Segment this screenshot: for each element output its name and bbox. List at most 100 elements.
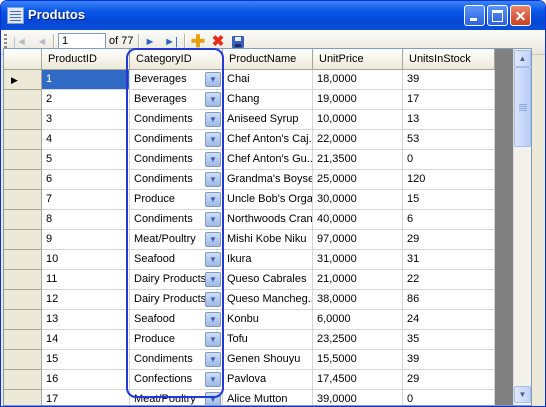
units-in-stock-cell[interactable]: 31	[403, 250, 495, 270]
unit-price-cell[interactable]: 97,0000	[313, 230, 403, 250]
minimize-button[interactable]	[464, 5, 485, 26]
product-id-cell[interactable]: 8	[42, 210, 130, 230]
product-id-cell[interactable]: 7	[42, 190, 130, 210]
category-cell[interactable]: Dairy Products ▼	[130, 290, 223, 310]
dropdown-arrow-icon[interactable]: ▼	[205, 352, 221, 367]
category-cell[interactable]: Condiments ▼	[130, 130, 223, 150]
unit-price-cell[interactable]: 10,0000	[313, 110, 403, 130]
row-header[interactable]	[4, 330, 42, 350]
product-id-cell[interactable]: 9	[42, 230, 130, 250]
category-cell[interactable]: Condiments ▼	[130, 110, 223, 130]
category-cell[interactable]: Condiments ▼	[130, 150, 223, 170]
dropdown-arrow-icon[interactable]: ▼	[205, 372, 221, 387]
row-header[interactable]	[4, 110, 42, 130]
unit-price-cell[interactable]: 15,5000	[313, 350, 403, 370]
unit-price-cell[interactable]: 17,4500	[313, 370, 403, 390]
units-in-stock-cell[interactable]: 13	[403, 110, 495, 130]
table-row[interactable]: 15 Condiments ▼ Genen Shouyu 15,5000 39	[4, 350, 495, 370]
dropdown-arrow-icon[interactable]: ▼	[205, 312, 221, 327]
unit-price-cell[interactable]: 22,0000	[313, 130, 403, 150]
product-id-cell[interactable]: 2	[42, 90, 130, 110]
product-id-cell[interactable]: 1	[42, 70, 130, 90]
row-header[interactable]	[4, 270, 42, 290]
dropdown-arrow-icon[interactable]: ▼	[205, 72, 221, 87]
row-header[interactable]	[4, 230, 42, 250]
dropdown-arrow-icon[interactable]: ▼	[205, 272, 221, 287]
unit-price-cell[interactable]: 18,0000	[313, 70, 403, 90]
table-row[interactable]: 9 Meat/Poultry ▼ Mishi Kobe Niku 97,0000 29	[4, 230, 495, 250]
unit-price-cell[interactable]: 6,0000	[313, 310, 403, 330]
units-in-stock-cell[interactable]: 53	[403, 130, 495, 150]
units-in-stock-cell[interactable]: 17	[403, 90, 495, 110]
table-row[interactable]: 8 Condiments ▼ Northwoods Cran... 40,0000 6	[4, 210, 495, 230]
category-cell[interactable]: Seafood ▼	[130, 310, 223, 330]
unit-price-cell[interactable]: 21,0000	[313, 270, 403, 290]
unit-price-cell[interactable]: 39,0000	[313, 390, 403, 405]
position-input[interactable]	[58, 33, 106, 49]
product-name-cell[interactable]: Ikura	[223, 250, 313, 270]
product-id-cell[interactable]: 14	[42, 330, 130, 350]
product-id-cell[interactable]: 11	[42, 270, 130, 290]
category-cell[interactable]: Confections ▼	[130, 370, 223, 390]
column-header-categoryid[interactable]: CategoryID	[130, 49, 223, 70]
product-name-cell[interactable]: Chai	[223, 70, 313, 90]
unit-price-cell[interactable]: 25,0000	[313, 170, 403, 190]
row-header[interactable]	[4, 130, 42, 150]
table-row[interactable]: 6 Condiments ▼Grandma's Boyse...25,0000120	[4, 170, 495, 190]
product-id-cell[interactable]: 4	[42, 130, 130, 150]
table-row[interactable]: 13 Seafood ▼ Konbu 6,0000 24	[4, 310, 495, 330]
vertical-scrollbar[interactable]: ▲ ▼	[513, 49, 531, 405]
product-name-cell[interactable]: Chef Anton's Gu...	[223, 150, 313, 170]
category-cell[interactable]: Produce ▼	[130, 190, 223, 210]
dropdown-arrow-icon[interactable]: ▼	[205, 392, 221, 405]
table-row[interactable]: 3 Condiments ▼ Aniseed Syrup 10,0000 13	[4, 110, 495, 130]
row-header[interactable]	[4, 350, 42, 370]
product-name-cell[interactable]: Chang	[223, 90, 313, 110]
units-in-stock-cell[interactable]: 29	[403, 230, 495, 250]
row-header[interactable]	[4, 90, 42, 110]
title-bar[interactable]: Produtos	[1, 1, 545, 30]
units-in-stock-cell[interactable]: 29	[403, 370, 495, 390]
row-header[interactable]	[4, 190, 42, 210]
dropdown-arrow-icon[interactable]: ▼	[205, 132, 221, 147]
table-row[interactable]: 11 Dairy Products ▼ Queso Cabrales 21,0000 22	[4, 270, 495, 290]
table-row[interactable]: 14 Produce ▼ Tofu 23,2500 35	[4, 330, 495, 350]
table-row[interactable]: ▶ 1 Beverages ▼ Chai 18,0000 39	[4, 70, 495, 90]
scroll-down-icon[interactable]: ▼	[514, 386, 531, 403]
table-row[interactable]: 7 Produce ▼ Uncle Bob's Orga... 30,0000 15	[4, 190, 495, 210]
units-in-stock-cell[interactable]: 15	[403, 190, 495, 210]
product-id-cell[interactable]: 17	[42, 390, 130, 405]
units-in-stock-cell[interactable]: 86	[403, 290, 495, 310]
product-name-cell[interactable]: Konbu	[223, 310, 313, 330]
dropdown-arrow-icon[interactable]: ▼	[205, 92, 221, 107]
close-button[interactable]	[510, 5, 531, 26]
grid-corner-header[interactable]	[4, 49, 42, 70]
product-name-cell[interactable]: Alice Mutton	[223, 390, 313, 405]
product-id-cell[interactable]: 10	[42, 250, 130, 270]
category-cell[interactable]: Condiments ▼	[130, 210, 223, 230]
units-in-stock-cell[interactable]: 0	[403, 150, 495, 170]
table-row[interactable]: 16 Confections ▼ Pavlova 17,4500 29	[4, 370, 495, 390]
product-name-cell[interactable]: Mishi Kobe Niku	[223, 230, 313, 250]
product-name-cell[interactable]: Tofu	[223, 330, 313, 350]
units-in-stock-cell[interactable]: 0	[403, 390, 495, 405]
row-header[interactable]	[4, 250, 42, 270]
products-grid[interactable]: ProductID CategoryID ProductName UnitPrice U…	[3, 48, 532, 406]
product-id-cell[interactable]: 6	[42, 170, 130, 190]
category-cell[interactable]: Meat/Poultry ▼	[130, 390, 223, 405]
column-header-unitsinstock[interactable]: UnitsInStock	[403, 49, 495, 70]
row-header[interactable]	[4, 210, 42, 230]
unit-price-cell[interactable]: 19,0000	[313, 90, 403, 110]
product-name-cell[interactable]: Aniseed Syrup	[223, 110, 313, 130]
product-id-cell[interactable]: 12	[42, 290, 130, 310]
maximize-button[interactable]	[487, 5, 508, 26]
units-in-stock-cell[interactable]: 39	[403, 350, 495, 370]
category-cell[interactable]: Beverages ▼	[130, 90, 223, 110]
category-cell[interactable]: Produce ▼	[130, 330, 223, 350]
row-header[interactable]	[4, 390, 42, 405]
product-name-cell[interactable]: Uncle Bob's Orga...	[223, 190, 313, 210]
dropdown-arrow-icon[interactable]: ▼	[205, 332, 221, 347]
dropdown-arrow-icon[interactable]: ▼	[205, 232, 221, 247]
scroll-thumb[interactable]	[514, 67, 531, 147]
unit-price-cell[interactable]: 21,3500	[313, 150, 403, 170]
